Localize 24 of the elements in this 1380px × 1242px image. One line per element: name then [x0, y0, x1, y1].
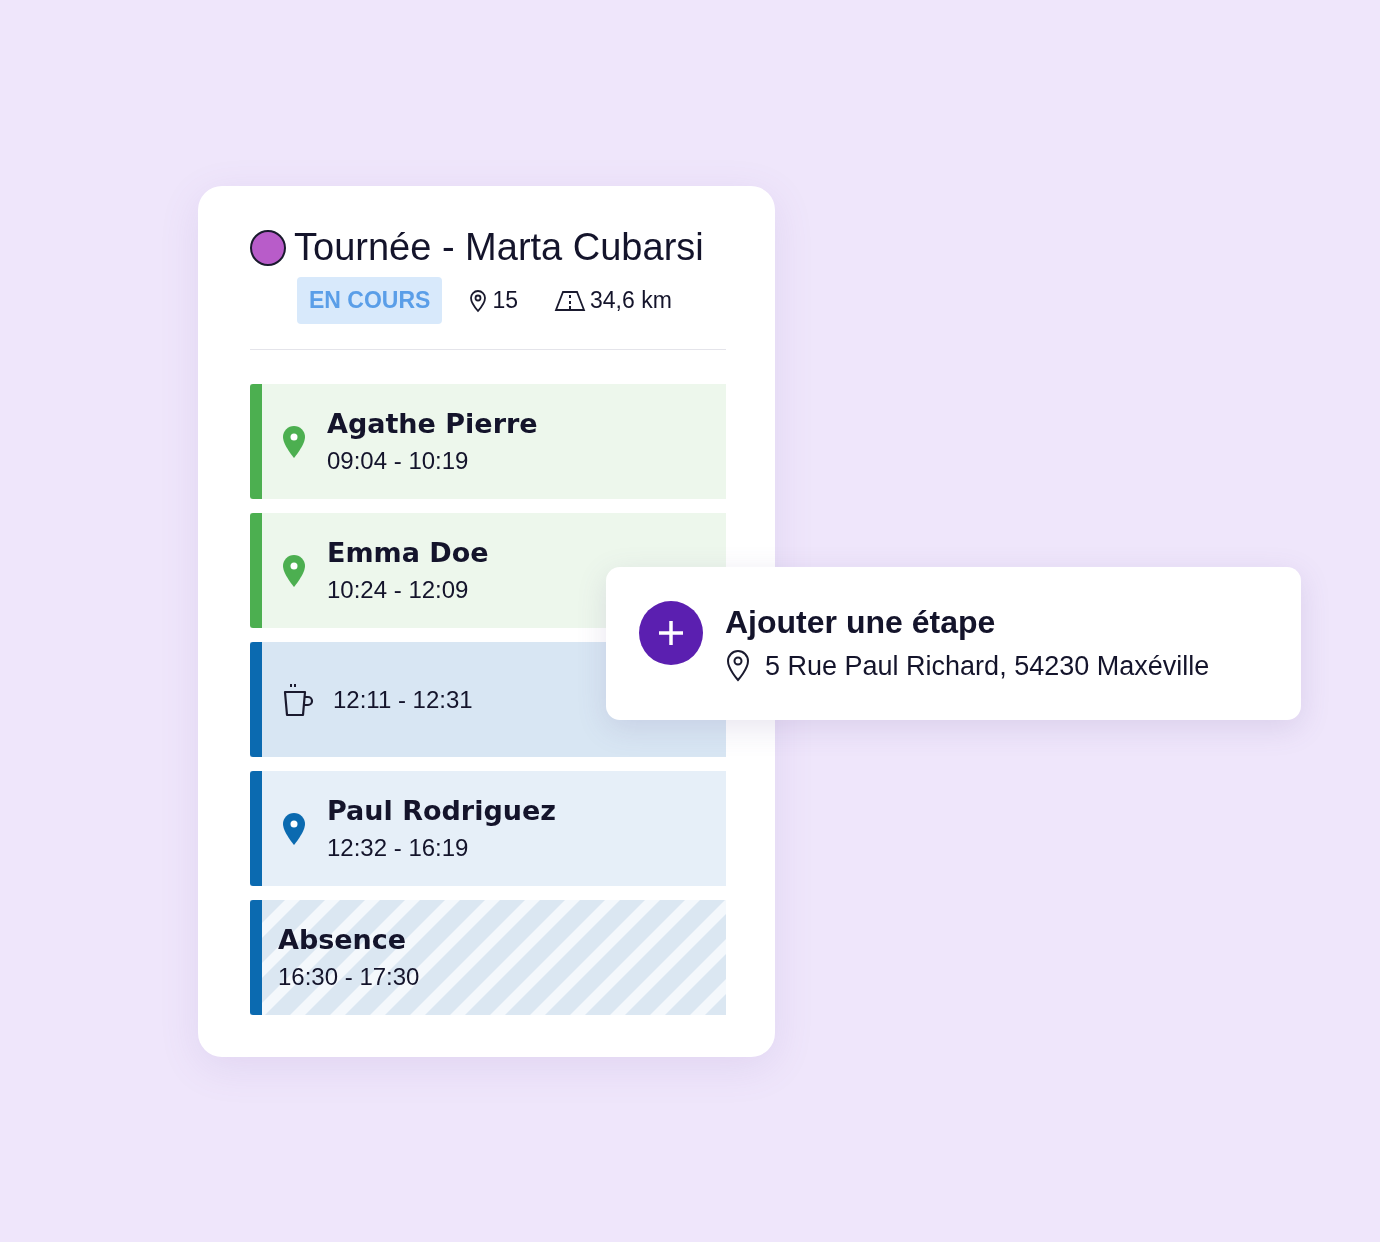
- item-time: 16:30 - 17:30: [278, 963, 420, 991]
- item-time: 12:32 - 16:19: [327, 834, 470, 862]
- item-time: 12:11 - 12:31: [333, 685, 473, 714]
- item-time: 09:04 - 10:19: [327, 447, 470, 475]
- road-icon: [554, 289, 586, 312]
- map-pin-icon: [281, 553, 307, 588]
- map-pin-icon: [281, 424, 307, 459]
- popup-title: Ajouter une étape: [725, 604, 997, 641]
- status-badge: EN COURS: [297, 277, 443, 324]
- item-name: Agathe Pierre: [327, 408, 538, 439]
- item-name: Emma Doe: [327, 537, 489, 568]
- distance: 34,6 km: [590, 287, 672, 314]
- coffee-cup-icon: [281, 681, 315, 718]
- location-pin-icon: [468, 288, 489, 313]
- schedule-item[interactable]: Agathe Pierre 09:04 - 10:19: [250, 384, 726, 499]
- address: 5 Rue Paul Richard, 54230 Maxéville: [765, 650, 1210, 682]
- location-pin-icon: [725, 649, 751, 683]
- item-name: Paul Rodriguez: [327, 795, 556, 826]
- schedule-item[interactable]: Paul Rodriguez 12:32 - 16:19: [250, 771, 726, 886]
- tour-title: Tournée - Marta Cubarsi: [294, 226, 704, 269]
- map-pin-icon: [281, 811, 307, 846]
- item-name: Absence: [278, 924, 408, 955]
- stop-count: 15: [492, 287, 518, 314]
- item-time: 10:24 - 12:09: [327, 576, 470, 604]
